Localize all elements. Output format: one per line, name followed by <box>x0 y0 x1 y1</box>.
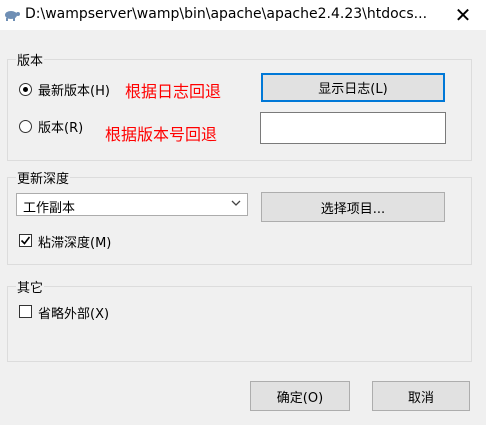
show-log-button[interactable]: 显示日志(L) <box>261 73 445 102</box>
choose-items-button[interactable]: 选择项目... <box>261 192 445 222</box>
revision-input[interactable] <box>260 112 446 144</box>
show-log-button-label: 显示日志(L) <box>318 82 388 97</box>
depth-dropdown[interactable]: 工作副本 <box>16 193 248 216</box>
window-title: D:\wampserver\wamp\bin\apache\apache2.4.… <box>25 6 428 22</box>
newest-version-annotation: 根据日志回退 <box>125 82 222 101</box>
close-button[interactable]: ✕ <box>440 0 486 30</box>
chevron-down-icon <box>231 200 241 206</box>
title-bar: D:\wampserver\wamp\bin\apache\apache2.4.… <box>0 0 486 30</box>
checkmark-icon <box>20 236 31 245</box>
revision-annotation: 根据版本号回退 <box>105 125 218 144</box>
omit-externals-checkbox[interactable] <box>19 305 32 318</box>
cancel-button-label: 取消 <box>407 390 434 406</box>
tortoise-icon <box>5 11 20 21</box>
depth-dropdown-value: 工作副本 <box>23 201 76 216</box>
cancel-button[interactable]: 取消 <box>372 381 470 411</box>
depth-group-title: 更新深度 <box>16 168 71 187</box>
ok-button[interactable]: 确定(O) <box>250 381 350 411</box>
revision-label: 版本(R) <box>38 121 84 136</box>
other-group-title: 其它 <box>16 277 45 296</box>
version-group-title: 版本 <box>16 50 45 69</box>
revision-radio[interactable] <box>19 120 32 133</box>
other-group <box>7 286 472 362</box>
sticky-depth-checkbox[interactable] <box>19 234 32 247</box>
newest-version-label: 最新版本(H) <box>38 84 110 99</box>
newest-version-radio[interactable] <box>19 83 32 96</box>
sticky-depth-label: 粘滞深度(M) <box>38 236 112 251</box>
choose-items-button-label: 选择项目... <box>320 201 386 217</box>
ok-button-label: 确定(O) <box>276 390 324 406</box>
omit-externals-label: 省略外部(X) <box>38 307 110 322</box>
close-icon: ✕ <box>454 3 472 27</box>
